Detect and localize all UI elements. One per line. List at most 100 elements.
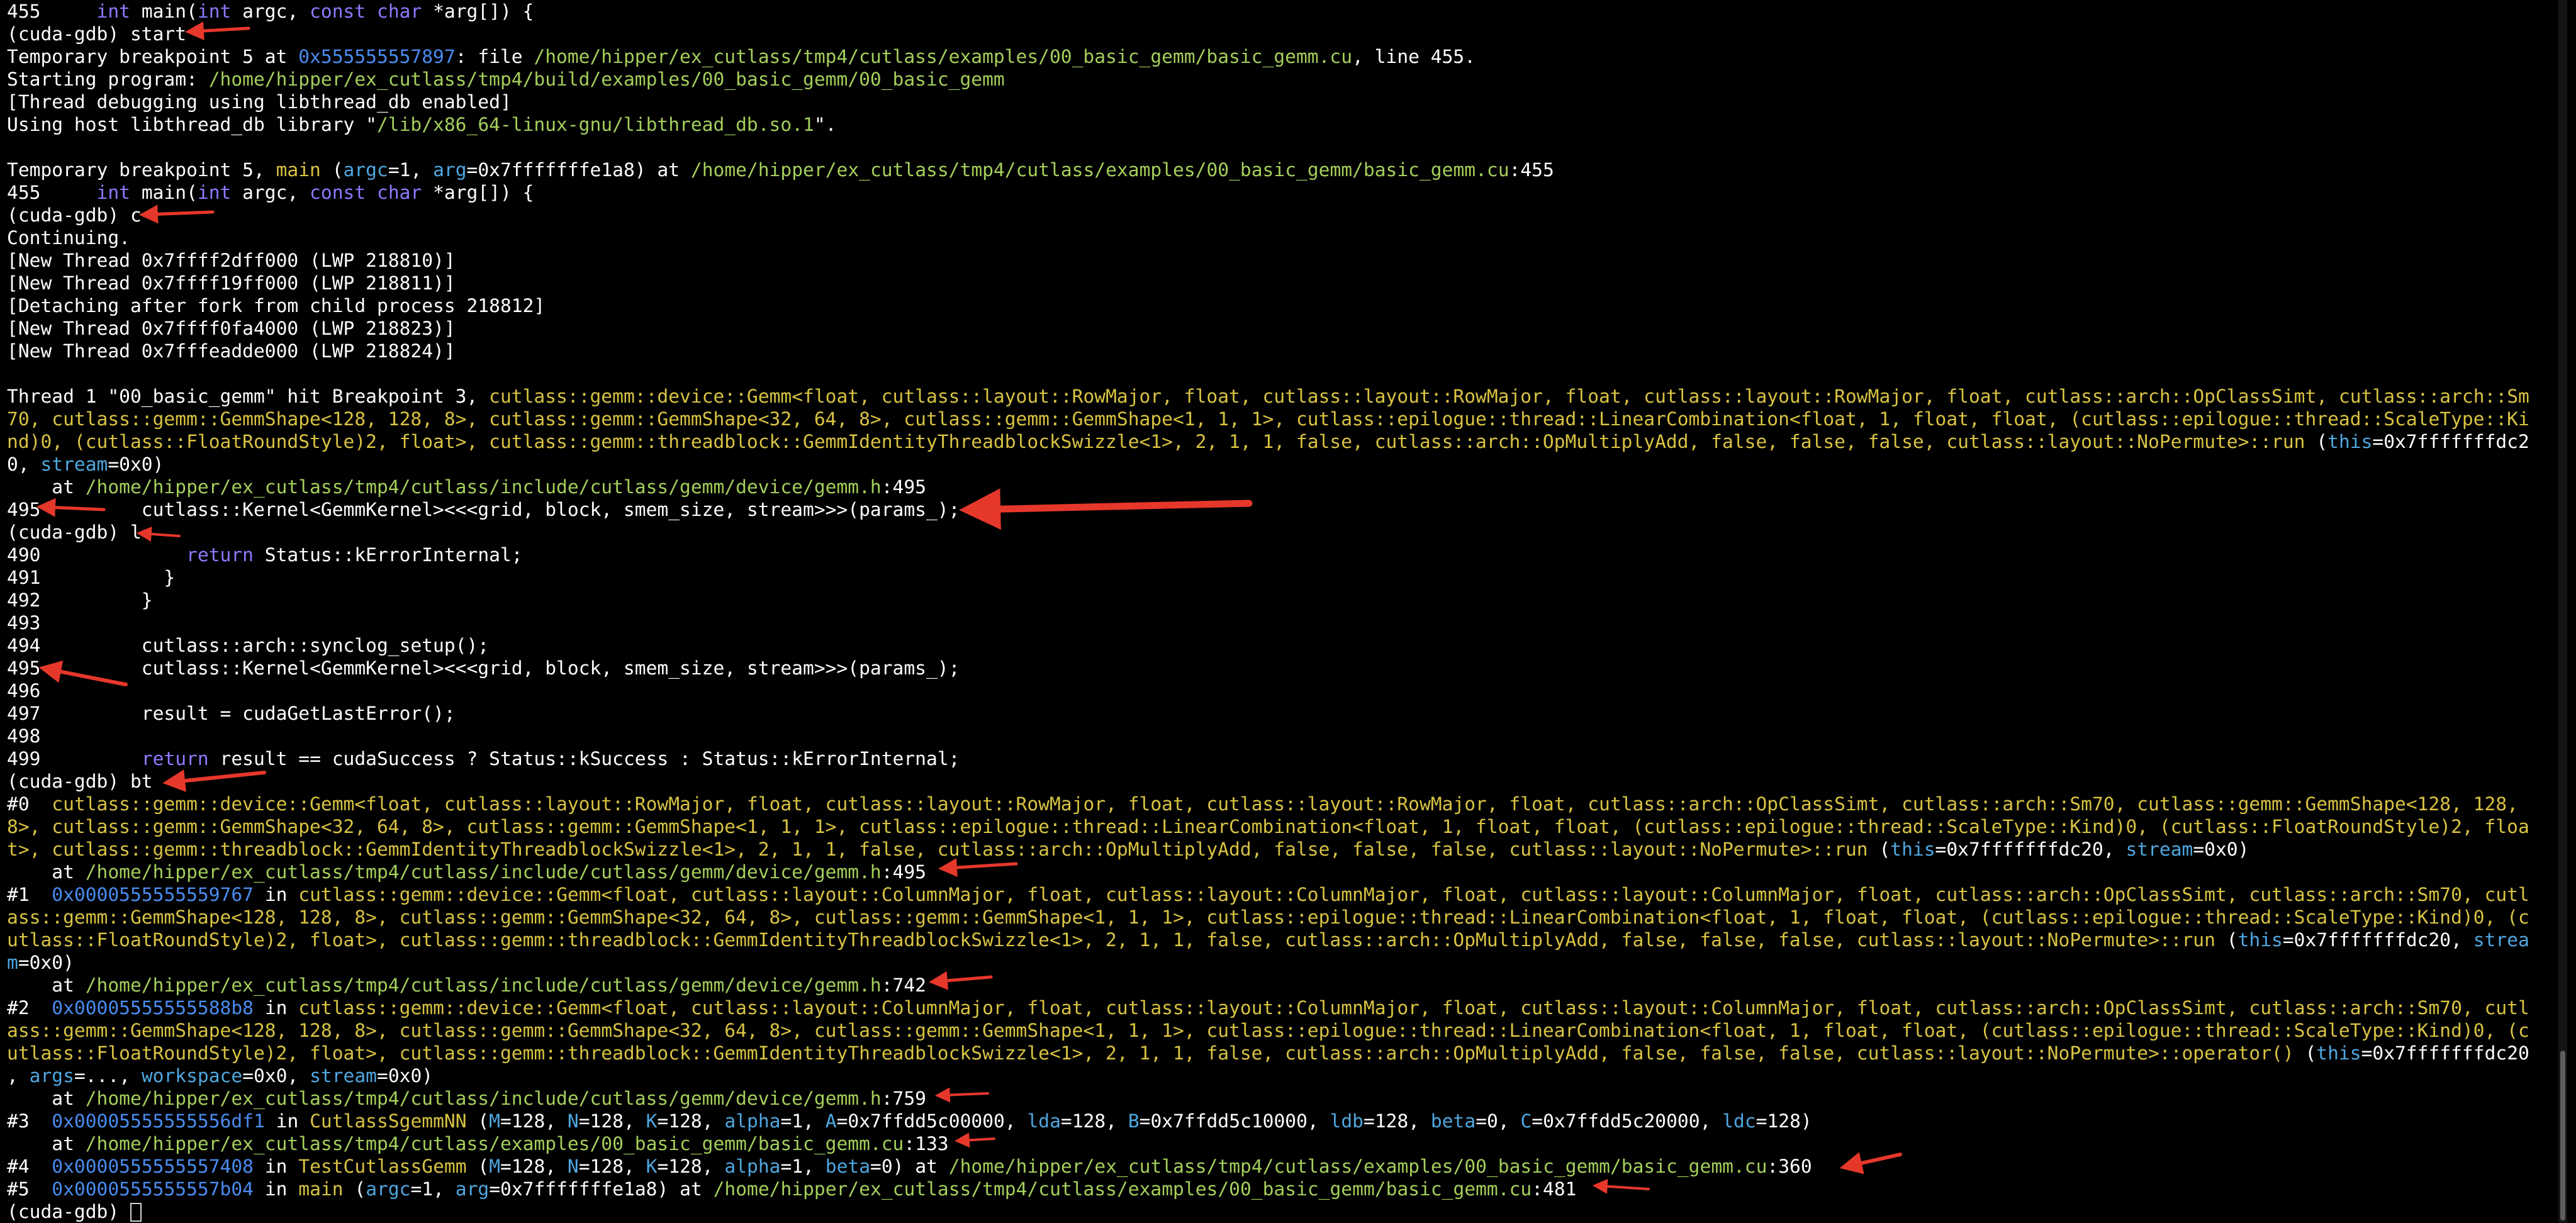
terminal-text-segment: ass::gemm::GemmShape<128, 128, 8>, cutla… [7,907,2529,928]
terminal-text-segment: [New Thread 0x7ffff2dff000 (LWP 218810)] [7,250,456,271]
terminal-text-segment: arg [433,159,467,181]
terminal-text-segment: at [7,974,86,996]
terminal-text-segment: argc, [231,182,310,203]
terminal-text-segment: main [298,1178,344,1200]
terminal-text-segment: /home/hipper/ex_cutlass/tmp4/cutlass/exa… [85,1133,904,1154]
terminal-text-segment: K [646,1110,658,1132]
terminal-line: #2 0x00005555555588b8 in cutlass::gemm::… [0,997,2567,1019]
terminal-line: #1 0x0000555555559767 in cutlass::gemm::… [0,883,2567,906]
terminal-text-segment: *arg[]) { [422,1,534,22]
terminal-text-segment: CutlassSgemmNN [310,1110,467,1132]
terminal-text-segment: =1, [780,1156,826,1177]
terminal-line: Thread 1 "00_basic_gemm" hit Breakpoint … [0,385,2567,408]
terminal-text-segment: ( [343,1178,366,1200]
terminal-text-segment: ( [1868,839,1891,860]
terminal-text-segment: const [310,182,366,203]
terminal-text-segment: this [2327,431,2373,452]
terminal-text-segment: Thread 1 "00_basic_gemm" hit Breakpoint … [7,386,490,407]
terminal-text-segment: at [7,1088,86,1109]
terminal-line: 70, cutlass::gemm::GemmShape<128, 128, 8… [0,408,2567,430]
terminal-text-segment: at [7,861,86,883]
terminal-text-segment: alpha [724,1156,781,1177]
terminal-text-segment: :742 [881,974,927,996]
terminal-line: 495 cutlass::Kernel<GemmKernel><<<grid, … [0,498,2567,521]
terminal-text-segment: /home/hipper/ex_cutlass/tmp4/cutlass/inc… [85,476,882,498]
terminal-text-segment: =128, [657,1110,725,1132]
terminal-line: [New Thread 0x7fffeadde000 (LWP 218824)] [0,340,2567,362]
terminal-text-segment: =1, [410,1178,456,1200]
terminal-text-segment: m [7,952,18,973]
terminal-text-segment: 490 [7,544,187,566]
terminal-text-segment: argc [343,159,388,181]
terminal-line: Temporary breakpoint 5, main (argc=1, ar… [0,159,2567,181]
scrollbar-thumb[interactable] [2560,1051,2565,1220]
terminal-line: 498 [0,725,2567,747]
terminal-text-segment: =0x0, [242,1065,310,1086]
terminal-line: 493 [0,612,2567,634]
terminal-text-segment: #1 [7,884,52,905]
terminal-text-segment: argc, [231,1,310,22]
terminal-text-segment: return [186,544,254,566]
terminal-line: (cuda-gdb) l [0,521,2567,544]
terminal-text-segment: int [197,1,232,22]
terminal-text-segment: main [276,159,321,181]
terminal-text-segment: Using host libthread_db library " [7,114,377,135]
terminal-text-segment: =128, [500,1110,568,1132]
terminal-text-segment: 70, cutlass::gemm::GemmShape<128, 128, 8… [7,408,2529,430]
terminal-text-segment: 498 [7,725,41,747]
terminal-window[interactable]: 455 int main(int argc, const char *arg[]… [0,0,2567,1223]
terminal-text-segment: =0x7fffffffdc20 [2361,1042,2529,1064]
terminal-text-segment: *arg[]) { [422,182,534,203]
terminal-text-segment: =0x7fffffffdc2 [2372,431,2529,452]
terminal-line: nd)0, (cutlass::FloatRoundStyle)2, float… [0,430,2567,453]
terminal-text-segment: :759 [881,1088,927,1109]
terminal-line: 455 int main(int argc, const char *arg[]… [0,181,2567,204]
terminal-line: at /home/hipper/ex_cutlass/tmp4/cutlass/… [0,1132,2567,1155]
terminal-text-segment: :360 [1767,1156,1812,1177]
terminal-text-segment: in [254,997,299,1019]
terminal-text-segment: :133 [904,1133,949,1154]
terminal-text-segment: =0, [1476,1110,1521,1132]
terminal-line: at /home/hipper/ex_cutlass/tmp4/cutlass/… [0,974,2567,997]
terminal-text-segment: ". [814,114,837,135]
terminal-line: Starting program: /home/hipper/ex_cutlas… [0,68,2567,91]
terminal-text-segment: at [7,1133,86,1154]
terminal-text-segment: =0x7ffdd5c20000, [1532,1110,1723,1132]
terminal-text-segment: =0x0) [377,1065,434,1086]
terminal-line: 455 int main(int argc, const char *arg[]… [0,0,2567,23]
terminal-text-segment: argc [366,1178,411,1200]
terminal-line: at /home/hipper/ex_cutlass/tmp4/cutlass/… [0,476,2567,498]
terminal-text-segment: main( [130,182,198,203]
terminal-text-segment: M [489,1156,501,1177]
terminal-text-segment: 499 [7,748,142,769]
vertical-scrollbar[interactable] [2558,0,2567,1223]
terminal-text-segment: 497 result = cudaGetLastError(); [7,703,456,724]
terminal-text-segment: main( [130,1,198,22]
terminal-text-segment: 455 [7,1,97,22]
terminal-text-segment: const [310,1,366,22]
terminal-line: (cuda-gdb) c [0,204,2567,226]
terminal-text-segment: t>, cutlass::gemm::threadblock::GemmIden… [7,839,1868,860]
terminal-line: [New Thread 0x7ffff19ff000 (LWP 218811)] [0,272,2567,294]
terminal-line: t>, cutlass::gemm::threadblock::GemmIden… [0,838,2567,861]
terminal-text-segment: utlass::FloatRoundStyle)2, float>, cutla… [7,929,2215,951]
terminal-text-segment: 493 [7,612,41,634]
terminal-text-segment: stream [40,454,108,475]
terminal-line: (cuda-gdb) [0,1200,2567,1223]
terminal-text-segment: 494 cutlass::arch::synclog_setup(); [7,635,490,656]
terminal-text-segment: (cuda-gdb) l [7,522,142,543]
terminal-text-segment: ass::gemm::GemmShape<128, 128, 8>, cutla… [7,1020,2529,1041]
terminal-text-segment: 8>, cutlass::gemm::GemmShape<32, 64, 8>,… [7,816,2529,837]
terminal-line: #4 0x0000555555557408 in TestCutlassGemm… [0,1155,2567,1178]
terminal-text-segment: 0x0000555555557408 [52,1156,254,1177]
terminal-text-segment: 495 cutlass::Kernel<GemmKernel><<<grid, … [7,499,960,520]
terminal-text-segment: Temporary breakpoint 5 at [7,46,299,67]
terminal-line: 496 [0,679,2567,702]
terminal-text-segment: workspace [141,1065,243,1086]
terminal-text-segment: , line 455. [1352,46,1476,67]
terminal-text-segment: 0x0000555555557b04 [52,1178,254,1200]
terminal-text-segment: M [489,1110,500,1132]
terminal-text-segment: :495 [881,861,927,883]
terminal-text-segment: Continuing. [7,227,130,249]
